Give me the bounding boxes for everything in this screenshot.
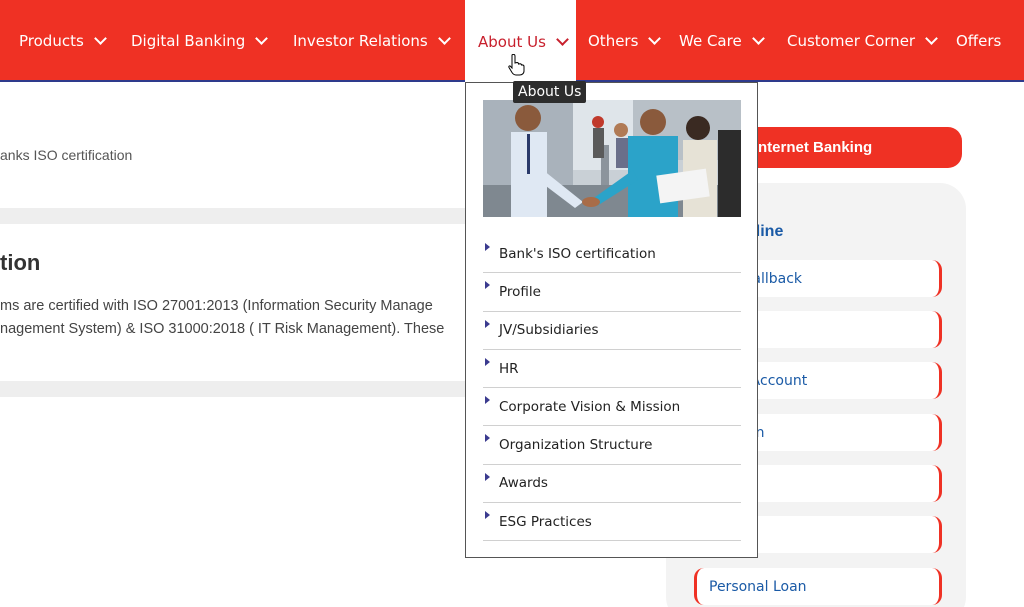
chevron-down-icon	[751, 31, 765, 45]
nav-we-care[interactable]: We Care	[679, 0, 765, 82]
bullet-arrow-icon	[485, 281, 490, 290]
menu-item-label: Profile	[499, 283, 541, 300]
menu-item-esg-practices[interactable]: ESG Practices	[483, 503, 741, 542]
handshake-photo	[483, 100, 741, 217]
nav-products-label: Products	[19, 32, 84, 50]
bullet-arrow-icon	[485, 357, 490, 366]
menu-item-label: Bank's ISO certification	[499, 245, 656, 262]
menu-item-label: Organization Structure	[499, 437, 653, 454]
menu-item-awards[interactable]: Awards	[483, 465, 741, 504]
menu-item-organization-structure[interactable]: Organization Structure	[483, 426, 741, 465]
nav-others-label: Others	[588, 32, 639, 50]
nav-about-us-label: About Us	[478, 33, 546, 51]
body-paragraph: ms are certified with ISO 27001:2013 (In…	[0, 295, 470, 341]
nav-tooltip: About Us	[513, 81, 587, 103]
hand-pointer-icon	[508, 54, 525, 76]
nav-investor-relations[interactable]: Investor Relations	[293, 0, 451, 82]
nav-we-care-label: We Care	[679, 32, 742, 50]
menu-item-label: Corporate Vision & Mission	[499, 398, 681, 415]
menu-item-label: ESG Practices	[499, 513, 592, 530]
nav-digital-banking[interactable]: Digital Banking	[131, 0, 269, 82]
nav-digital-banking-label: Digital Banking	[131, 32, 246, 50]
side-link-personal-loan[interactable]: Personal Loan	[694, 568, 942, 605]
bullet-arrow-icon	[485, 243, 490, 251]
chevron-down-icon	[255, 31, 269, 45]
menu-item-hr[interactable]: HR	[483, 350, 741, 389]
divider	[0, 381, 470, 397]
bullet-arrow-icon	[485, 434, 490, 443]
about-us-dropdown: Bank's ISO certification Profile JV/Subs…	[465, 82, 758, 558]
nav-investor-relations-label: Investor Relations	[293, 32, 428, 50]
nav-customer-corner[interactable]: Customer Corner	[787, 0, 938, 82]
chevron-down-icon	[437, 31, 451, 45]
nav-customer-corner-label: Customer Corner	[787, 32, 916, 50]
breadcrumb: anks ISO certification	[0, 147, 133, 163]
chevron-down-icon	[648, 31, 662, 45]
menu-item-profile[interactable]: Profile	[483, 273, 741, 312]
chevron-down-icon	[93, 31, 107, 45]
menu-item-jv-subsidiaries[interactable]: JV/Subsidiaries	[483, 312, 741, 350]
menu-item-iso-certification[interactable]: Bank's ISO certification	[483, 235, 741, 274]
menu-item-label: JV/Subsidiaries	[499, 322, 599, 339]
bullet-arrow-icon	[485, 511, 490, 520]
body-line: ms are certified with ISO 27001:2013 (In…	[0, 298, 433, 314]
menu-item-label: HR	[499, 360, 519, 377]
bullet-arrow-icon	[485, 396, 490, 405]
chevron-down-icon	[556, 32, 569, 46]
nav-offers-label: Offers	[956, 32, 1002, 50]
divider	[0, 208, 470, 224]
body-line: nagement System) & ISO 31000:2018 ( IT R…	[0, 321, 445, 337]
chevron-down-icon	[925, 31, 938, 45]
bullet-arrow-icon	[485, 319, 490, 328]
nav-products[interactable]: Products	[19, 0, 107, 82]
nav-offers[interactable]: Offers	[956, 0, 1001, 82]
about-us-menu: Bank's ISO certification Profile JV/Subs…	[483, 235, 741, 542]
nav-others[interactable]: Others	[588, 0, 662, 82]
page-title: tion	[0, 250, 41, 275]
menu-item-corporate-vision[interactable]: Corporate Vision & Mission	[483, 388, 741, 427]
bullet-arrow-icon	[485, 472, 490, 481]
menu-item-label: Awards	[499, 475, 548, 492]
